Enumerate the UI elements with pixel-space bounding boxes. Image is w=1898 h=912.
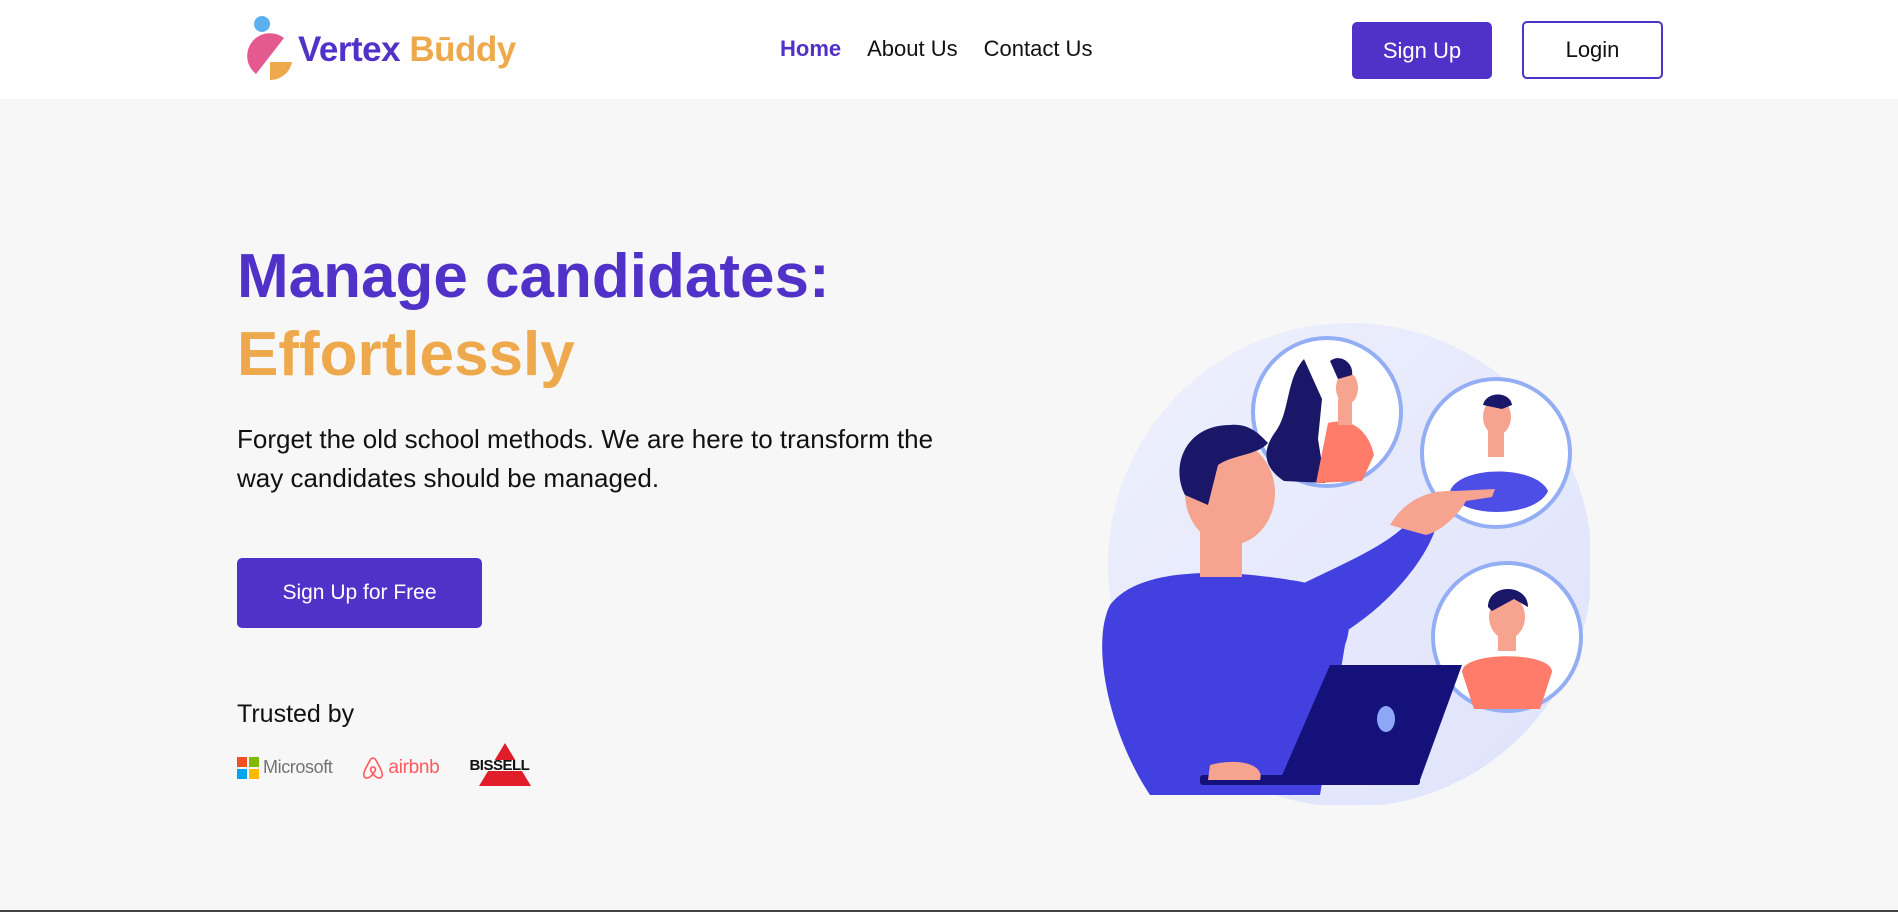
hero-subtitle: Forget the old school methods. We are he… [237,424,934,493]
bissell-logo-icon: BISSELL [469,740,542,795]
airbnb-logo-text: airbnb [388,756,440,778]
site-header: Vertex Būddy Home About Us Contact Us Si… [0,0,1898,99]
hero-title-line2: Effortlessly [237,320,575,389]
brand-name-word2: Būddy [409,30,516,69]
microsoft-logo-icon: Microsoft [237,756,333,779]
nav-home-link[interactable]: Home [780,36,841,62]
hero-title: Manage candidates: Effortlessly [237,238,830,394]
nav-about-link[interactable]: About Us [867,36,958,62]
login-button[interactable]: Login [1522,21,1663,79]
vertex-buddy-logo-icon [246,14,296,81]
bissell-logo-text: BISSELL [469,757,530,774]
brand-name-word1: Vertex [298,30,401,69]
microsoft-logo-text: Microsoft [263,757,333,777]
brand-logo[interactable]: Vertex Būddy [246,14,516,81]
manager-pointing-at-candidates-illustration [1090,315,1592,810]
hero-title-line1: Manage candidates: [237,242,830,311]
brand-name: Vertex Būddy [298,30,516,70]
trusted-by-label: Trusted by [237,700,355,728]
airbnb-logo-icon: airbnb [362,756,440,780]
main-nav: Home About Us Contact Us [780,36,1092,62]
trusted-brands: Microsoft airbnb BISSELL [237,740,542,795]
signup-free-button[interactable]: Sign Up for Free [237,558,482,628]
nav-contact-link[interactable]: Contact Us [984,36,1093,62]
signup-button[interactable]: Sign Up [1352,22,1492,79]
